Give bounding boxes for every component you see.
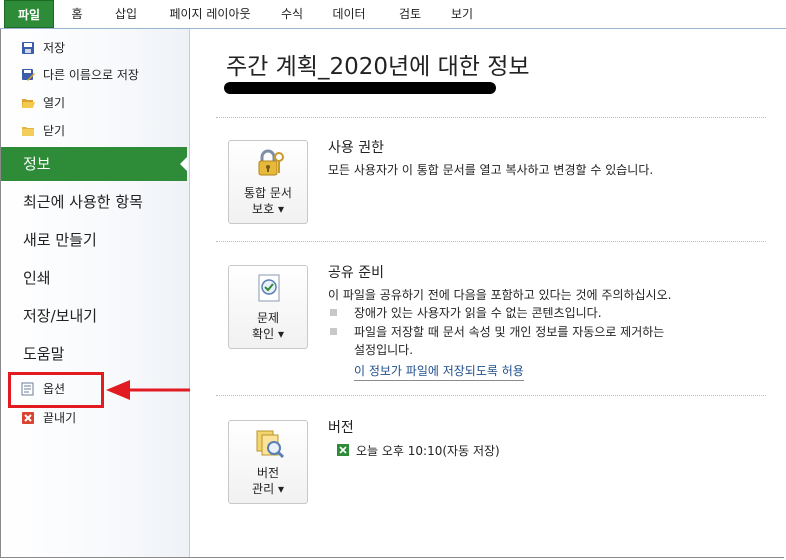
versions-heading: 버전 <box>328 420 354 436</box>
exit-label: 끝내기 <box>43 411 77 425</box>
exit-command[interactable]: 끝내기 <box>1 407 189 429</box>
protect-workbook-line1: 통합 문서 <box>244 186 292 200</box>
permissions-heading: 사용 권한 <box>328 140 384 156</box>
prepare-bullet-1: 장애가 있는 사용자가 읽을 수 없는 콘텐츠입니다. <box>354 306 602 320</box>
open-command[interactable]: 열기 <box>1 92 189 114</box>
nav-save-send-label: 저장/보내기 <box>23 307 98 325</box>
tab-home[interactable]: 홈 <box>62 0 92 28</box>
page-title: 주간 계획_2020년에 대한 정보 <box>226 54 530 80</box>
nav-info[interactable]: 정보 <box>1 147 188 181</box>
tab-data[interactable]: 데이터 <box>324 0 374 28</box>
save-as-command[interactable]: 다른 이름으로 저장 <box>1 64 189 86</box>
manage-versions-line2: 관리 ▾ <box>252 482 284 496</box>
tab-view[interactable]: 보기 <box>442 0 482 28</box>
close-label: 닫기 <box>43 124 66 138</box>
save-label: 저장 <box>43 41 66 55</box>
tab-file[interactable]: 파일 <box>4 0 54 28</box>
tab-review[interactable]: 검토 <box>390 0 430 28</box>
save-as-icon <box>22 69 35 81</box>
save-icon <box>22 42 34 54</box>
nav-help[interactable]: 도움말 <box>1 337 189 371</box>
version-item-label: 오늘 오후 10:10(자동 저장) <box>356 444 500 458</box>
lock-key-icon <box>258 149 284 176</box>
versions-icon <box>256 430 285 459</box>
permissions-description: 모든 사용자가 이 통합 문서를 열고 복사하고 변경할 수 있습니다. <box>328 163 654 177</box>
nav-new-label: 새로 만들기 <box>23 231 97 249</box>
save-as-label: 다른 이름으로 저장 <box>43 68 139 82</box>
tab-page-layout[interactable]: 페이지 레이아웃 <box>155 0 265 28</box>
divider <box>216 117 766 118</box>
options-highlight-box <box>8 372 104 408</box>
close-folder-icon <box>22 127 34 136</box>
protect-workbook-button[interactable]: 통합 문서 보호 ▾ <box>228 140 308 224</box>
divider <box>216 241 766 242</box>
nav-print[interactable]: 인쇄 <box>1 261 189 295</box>
tab-formulas[interactable]: 수식 <box>270 0 314 28</box>
nav-recent[interactable]: 최근에 사용한 항목 <box>1 185 189 219</box>
check-issues-line2: 확인 ▾ <box>252 327 284 341</box>
nav-info-label: 정보 <box>23 155 51 173</box>
ribbon-tabbar: 파일 홈 삽입 페이지 레이아웃 수식 데이터 검토 보기 <box>0 0 786 29</box>
tab-insert[interactable]: 삽입 <box>106 0 146 28</box>
save-command[interactable]: 저장 <box>1 37 189 59</box>
close-command[interactable]: 닫기 <box>1 120 189 142</box>
bullet-marker <box>330 309 337 316</box>
backstage-sidebar: 저장 다른 이름으로 저장 열기 닫기 정보 최근에 사용한 항목 새로 만들기… <box>1 29 190 557</box>
open-label: 열기 <box>43 96 66 110</box>
version-item[interactable]: 오늘 오후 10:10(자동 저장) <box>336 442 500 459</box>
divider <box>216 395 766 396</box>
prepare-heading: 공유 준비 <box>328 265 384 281</box>
check-issues-button[interactable]: 문제 확인 ▾ <box>228 265 308 349</box>
nav-new[interactable]: 새로 만들기 <box>1 223 189 257</box>
prepare-description: 이 파일을 공유하기 전에 다음을 포함하고 있다는 것에 주의하십시오. <box>328 288 672 302</box>
manage-versions-line1: 버전 <box>256 466 280 480</box>
nav-save-send[interactable]: 저장/보내기 <box>1 299 189 333</box>
protect-workbook-line2: 보호 ▾ <box>252 202 284 216</box>
excel-file-icon <box>337 444 349 456</box>
nav-recent-label: 최근에 사용한 항목 <box>23 193 143 211</box>
nav-help-label: 도움말 <box>23 345 65 363</box>
prepare-bullet-2: 파일을 저장할 때 문서 속성 및 개인 정보를 자동으로 제거하는 <box>354 325 665 339</box>
allow-save-info-link[interactable]: 이 정보가 파일에 저장되도록 허용 <box>354 362 524 381</box>
red-arrow-icon <box>106 380 202 400</box>
open-folder-icon <box>22 99 35 108</box>
manage-versions-button[interactable]: 버전 관리 ▾ <box>228 420 308 504</box>
check-issues-line1: 문제 <box>256 311 280 325</box>
prepare-bullet-2-cont: 설정입니다. <box>354 343 414 357</box>
check-document-icon <box>258 274 280 302</box>
redacted-file-path <box>224 82 496 94</box>
exit-icon <box>22 412 34 424</box>
nav-print-label: 인쇄 <box>23 269 51 287</box>
bullet-marker <box>330 328 337 335</box>
backstage-main: 주간 계획_2020년에 대한 정보 통합 문서 보호 ▾ 사용 권한 모든 사… <box>190 29 784 557</box>
